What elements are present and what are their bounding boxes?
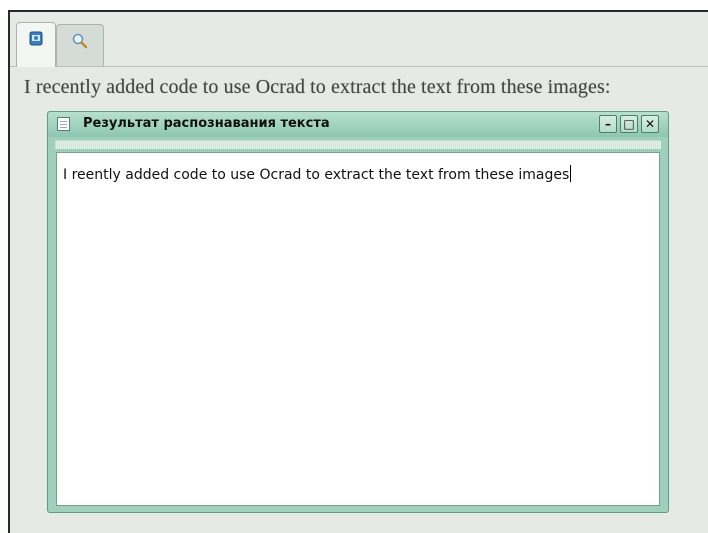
text-caret (570, 165, 572, 182)
tab-strip (10, 22, 708, 67)
minimize-button[interactable]: – (599, 115, 617, 133)
dialog-titlebar[interactable]: Результат распознавания текста – □ ✕ (48, 112, 668, 137)
tab-search[interactable] (56, 24, 104, 66)
ocr-document-icon (29, 31, 43, 46)
ocr-result-dialog: Результат распознавания текста – □ ✕ I r… (47, 111, 669, 513)
close-button[interactable]: ✕ (641, 115, 659, 133)
dialog-title: Результат распознавания текста (83, 116, 330, 131)
recognized-text-area[interactable]: I reently added code to use Ocrad to ext… (56, 152, 660, 506)
tab-ocr[interactable] (16, 22, 56, 67)
magnifier-icon (72, 33, 88, 49)
source-image-text: I recently added code to use Ocrad to ex… (24, 76, 611, 98)
window-document-icon (57, 117, 70, 131)
resize-grip[interactable] (55, 140, 661, 149)
recognized-text: I reently added code to use Ocrad to ext… (63, 167, 570, 183)
maximize-button[interactable]: □ (620, 115, 638, 133)
